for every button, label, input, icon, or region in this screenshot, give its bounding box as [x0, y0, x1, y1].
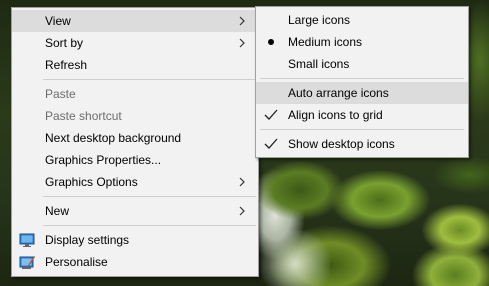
chevron-right-icon	[239, 38, 245, 48]
menu-item-label: Medium icons	[288, 35, 363, 49]
menu-item-personalise[interactable]: Personalise	[12, 251, 258, 273]
menu-item-label: Display settings	[45, 233, 130, 247]
submenu-item-large-icons[interactable]: Large icons	[256, 9, 468, 31]
menu-item-graphics-options[interactable]: Graphics Options	[12, 171, 258, 193]
menu-item-label: New	[45, 204, 70, 218]
menu-item-label: Next desktop background	[45, 131, 182, 145]
menu-item-label: Align icons to grid	[288, 108, 383, 122]
menu-separator	[43, 79, 256, 80]
checkmark-icon	[264, 138, 278, 149]
chevron-right-icon	[239, 16, 245, 26]
menu-item-display-settings[interactable]: Display settings	[12, 229, 258, 251]
menu-item-label: Auto arrange icons	[288, 86, 389, 100]
chevron-right-icon	[239, 206, 245, 216]
menu-item-refresh[interactable]: Refresh	[12, 54, 258, 76]
submenu-item-show-desktop-icons[interactable]: Show desktop icons	[256, 133, 468, 155]
submenu-item-small-icons[interactable]: Small icons	[256, 53, 468, 75]
chevron-right-icon	[239, 177, 245, 187]
menu-separator	[43, 225, 256, 226]
menu-separator	[260, 78, 464, 79]
submenu-item-auto-arrange-icons[interactable]: Auto arrange icons	[256, 82, 468, 104]
submenu-item-align-icons-to-grid[interactable]: Align icons to grid	[256, 104, 468, 126]
menu-item-new[interactable]: New	[12, 200, 258, 222]
view-submenu: Large icons Medium icons Small icons Aut…	[255, 6, 469, 158]
menu-item-paste[interactable]: Paste	[12, 83, 258, 105]
menu-item-label: Small icons	[288, 57, 350, 71]
submenu-item-medium-icons[interactable]: Medium icons	[256, 31, 468, 53]
menu-item-graphics-properties[interactable]: Graphics Properties...	[12, 149, 258, 171]
menu-item-label: Refresh	[45, 58, 88, 72]
menu-item-label: Paste shortcut	[45, 109, 122, 123]
wallpaper-waterfall	[260, 230, 330, 286]
menu-item-label: Sort by	[45, 36, 84, 50]
menu-item-label: Graphics Properties...	[45, 153, 162, 167]
menu-item-label: Personalise	[45, 255, 108, 269]
menu-item-view[interactable]: View	[12, 10, 258, 32]
menu-item-paste-shortcut[interactable]: Paste shortcut	[12, 105, 258, 127]
checkmark-icon	[264, 109, 278, 120]
personalise-icon	[19, 256, 35, 269]
radio-bullet-icon	[263, 35, 279, 49]
menu-item-label: Paste	[45, 87, 76, 101]
menu-item-label: Large icons	[288, 13, 351, 27]
menu-item-sort-by[interactable]: Sort by	[12, 32, 258, 54]
menu-item-label: View	[45, 14, 71, 28]
menu-separator	[43, 196, 256, 197]
display-settings-icon	[19, 233, 35, 247]
menu-separator	[260, 129, 464, 130]
desktop-context-menu: View Sort by Refresh Paste Paste shortcu…	[11, 7, 259, 277]
menu-item-label: Show desktop icons	[288, 137, 395, 151]
menu-item-label: Graphics Options	[45, 175, 138, 189]
menu-item-next-desktop-background[interactable]: Next desktop background	[12, 127, 258, 149]
